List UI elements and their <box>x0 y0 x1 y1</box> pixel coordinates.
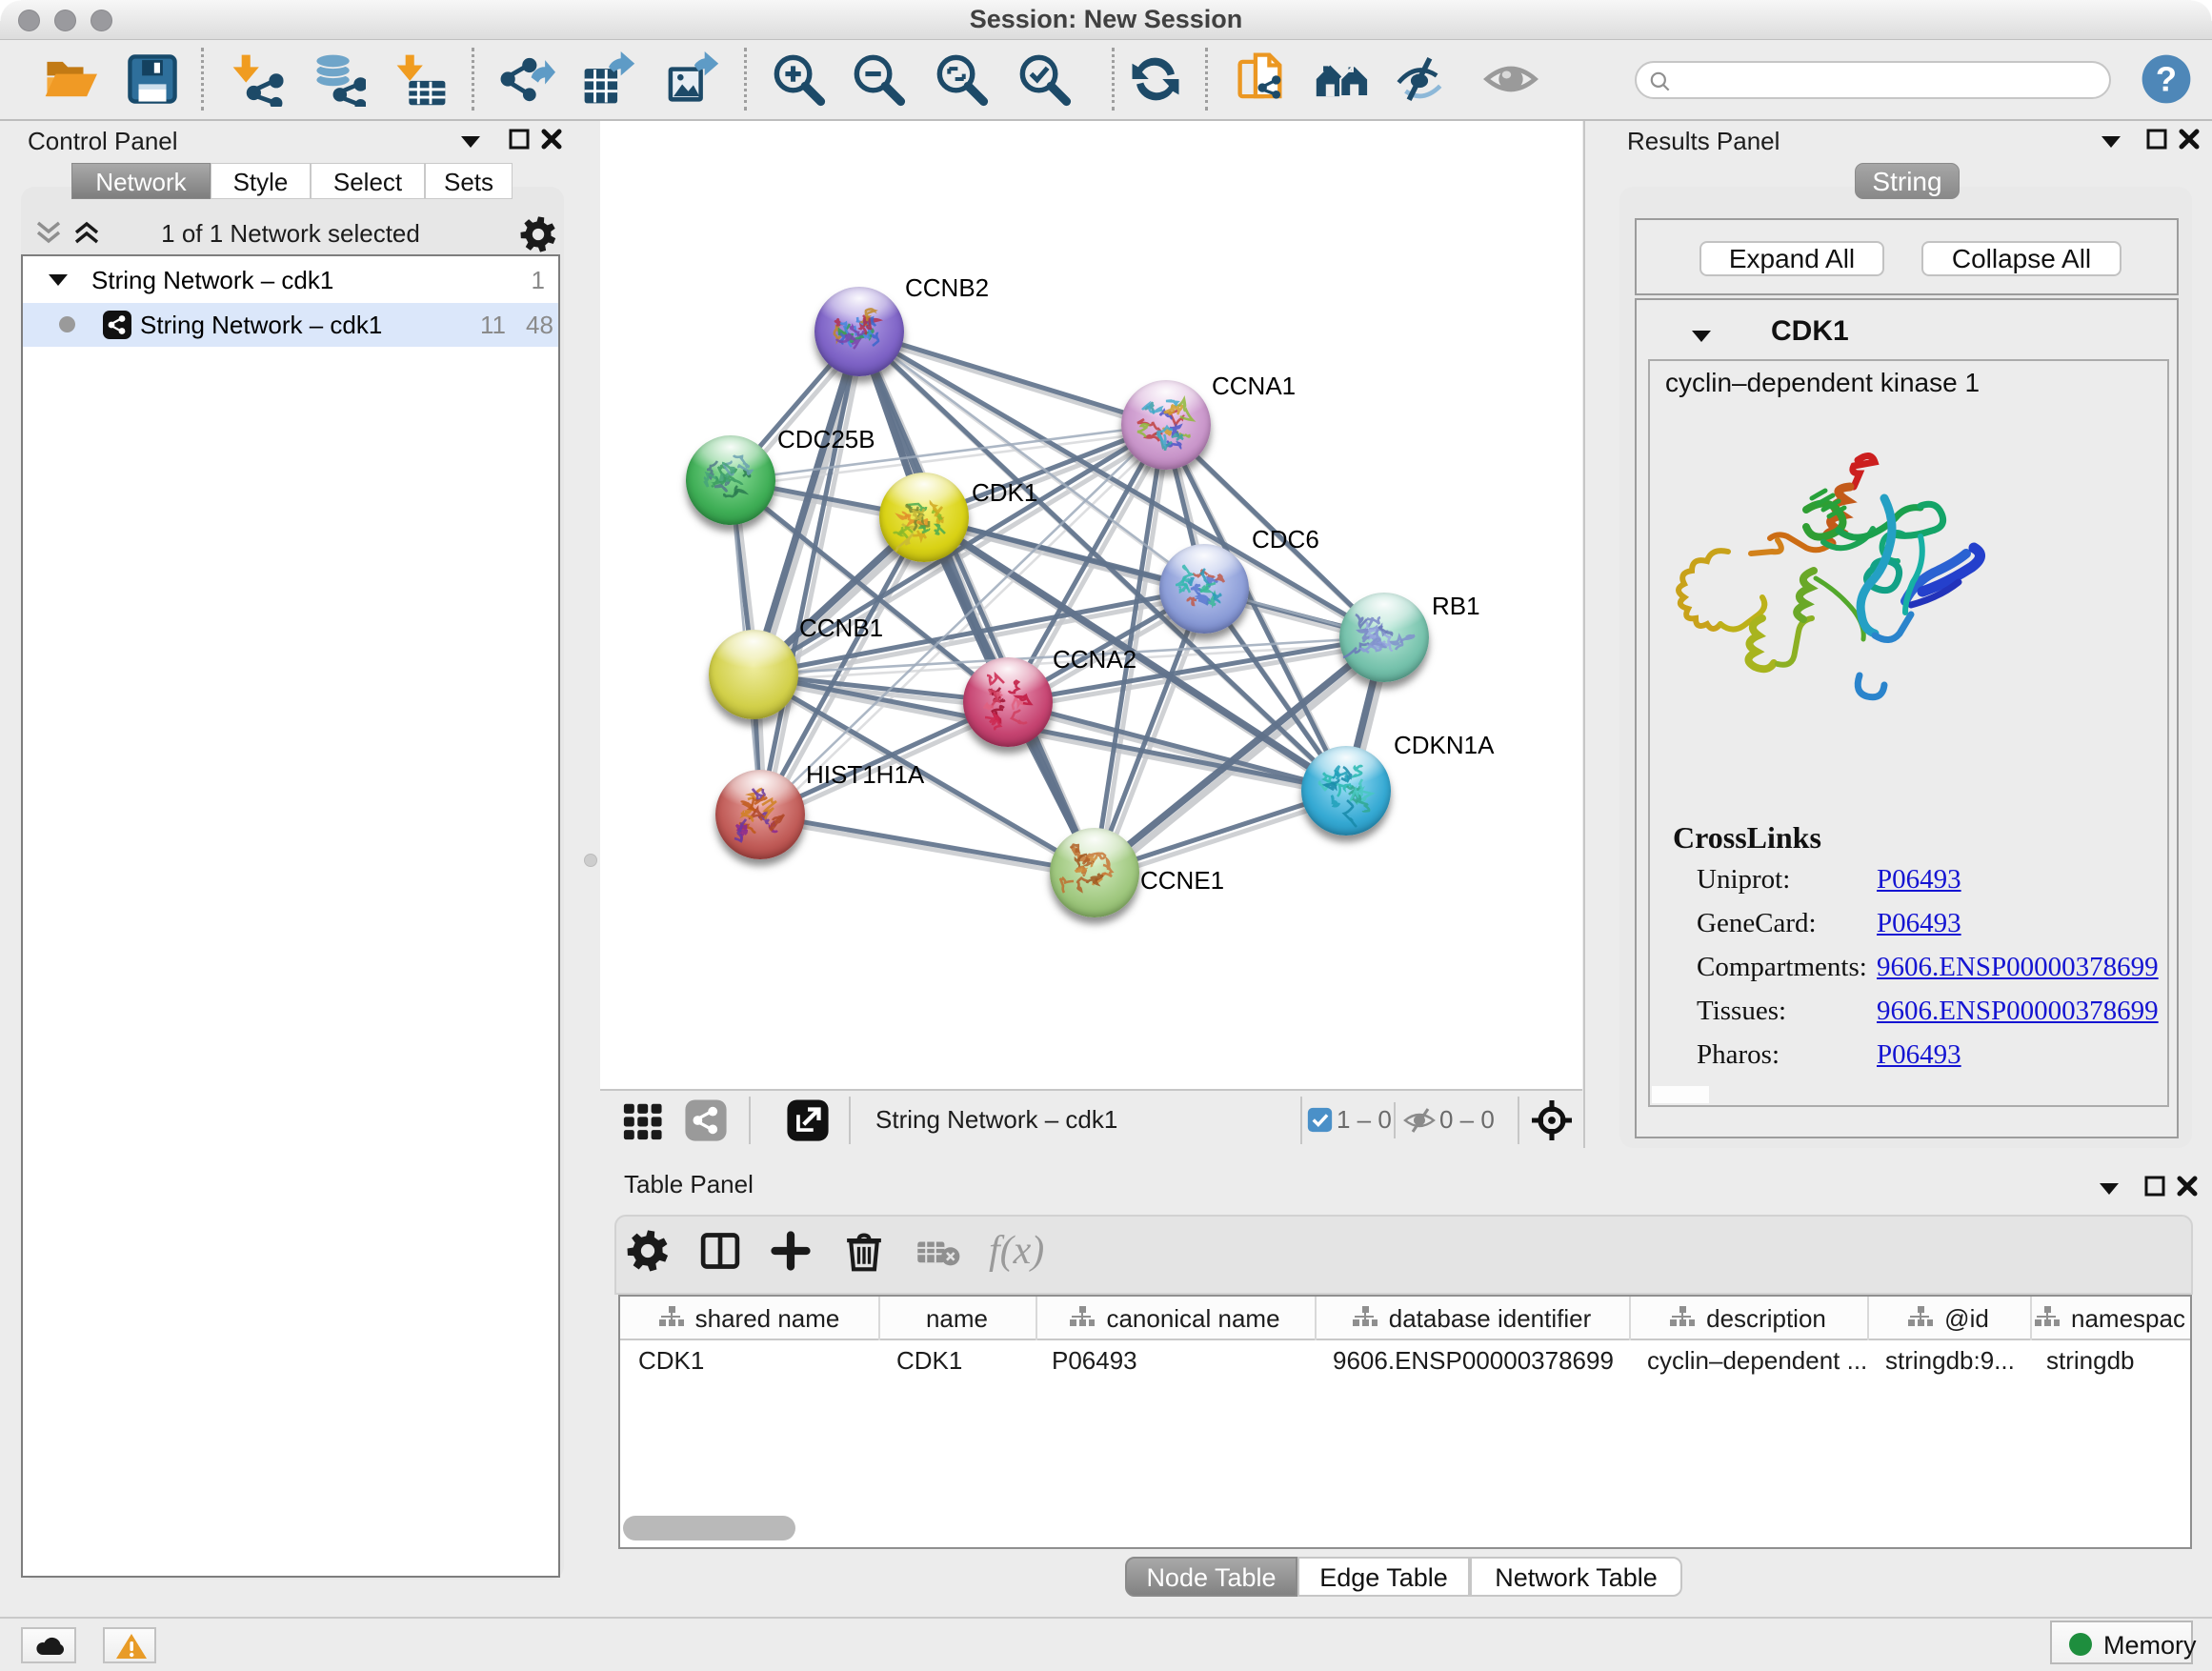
svg-text:?: ? <box>2156 60 2177 99</box>
